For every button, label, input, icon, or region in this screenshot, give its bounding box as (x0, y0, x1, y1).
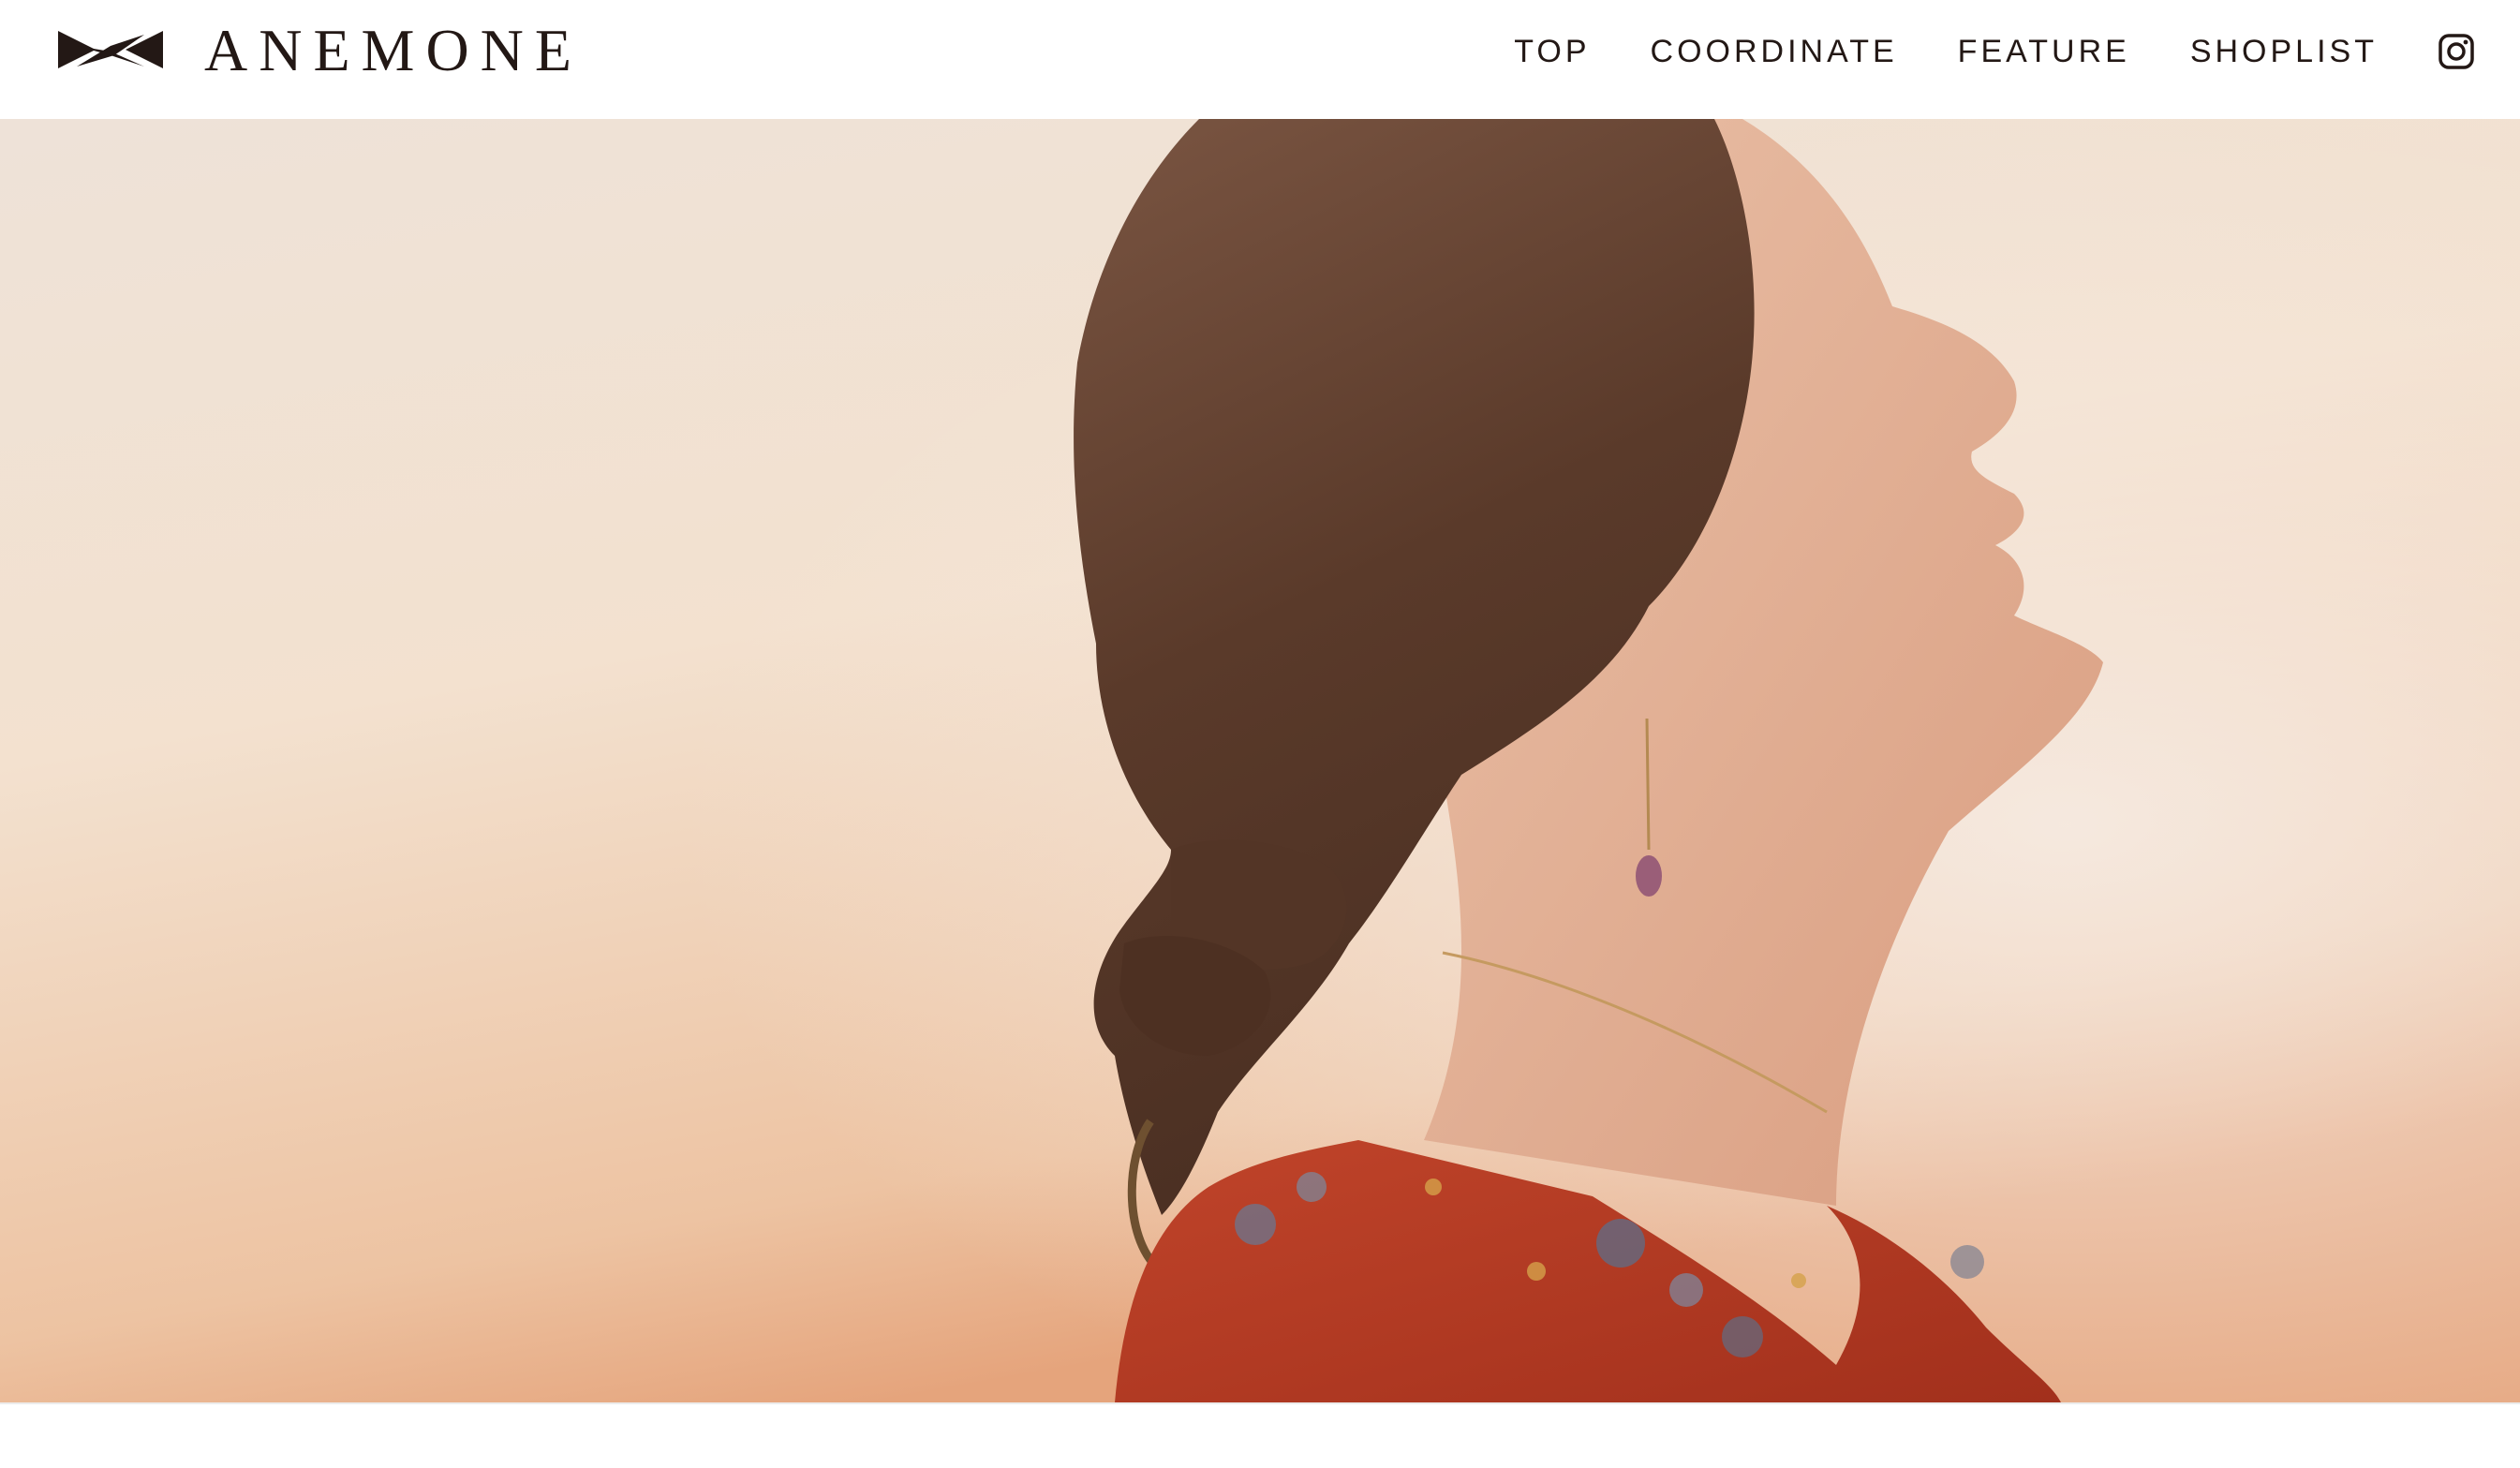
site-header: ANEMONE TOP COORDINATE FEATURE SHOPLIST (0, 0, 2520, 119)
bowtie-logo-icon (58, 31, 163, 68)
nav-link-coordinate[interactable]: COORDINATE (1651, 36, 1898, 67)
instagram-icon (2438, 34, 2474, 69)
instagram-link[interactable] (2438, 33, 2475, 70)
main-nav: TOP COORDINATE FEATURE SHOPLIST (1514, 24, 2520, 79)
hero-banner (0, 119, 2520, 1402)
brand-name: ANEMONE (204, 17, 583, 83)
hero-photo (0, 119, 2520, 1402)
section-divider (0, 1402, 2520, 1404)
brand-logo-link[interactable]: ANEMONE (58, 21, 583, 81)
nav-link-top[interactable]: TOP (1514, 36, 1590, 67)
nav-link-feature[interactable]: FEATURE (1958, 36, 2130, 67)
nav-link-shoplist[interactable]: SHOPLIST (2190, 36, 2378, 67)
